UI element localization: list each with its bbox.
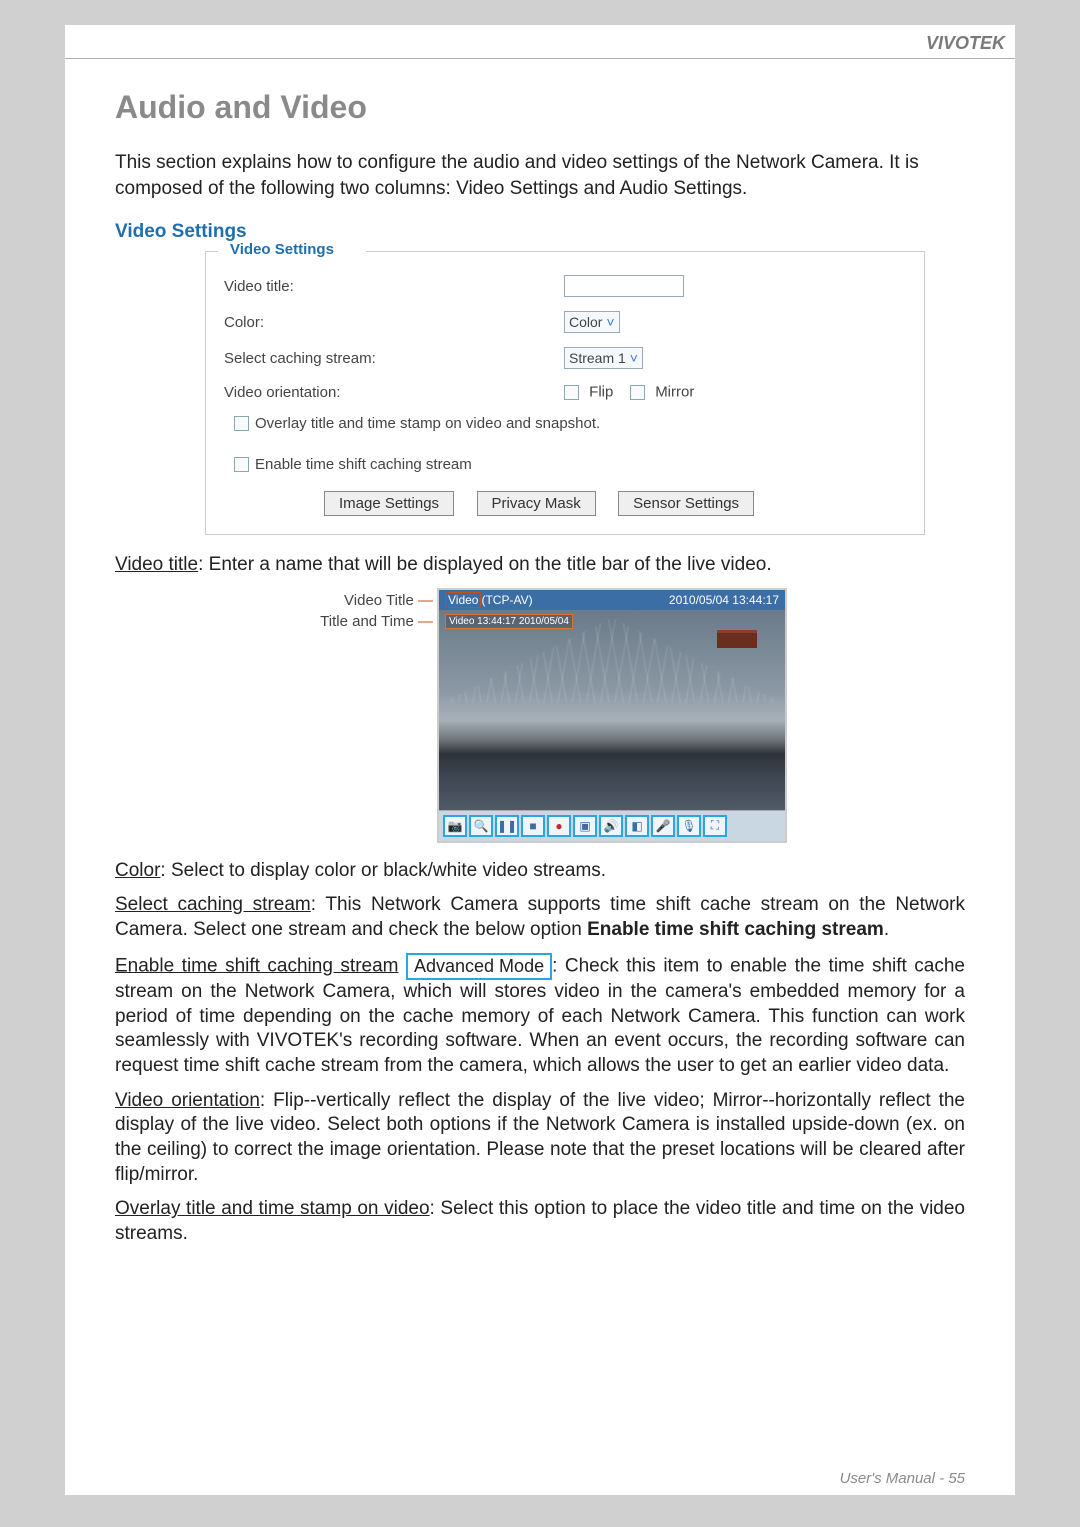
camera-icon[interactable]: 📷 xyxy=(443,815,467,837)
video-title-input[interactable] xyxy=(564,275,684,297)
orientation-label: Video orientation: xyxy=(224,384,564,401)
p-video-title-term: Video title xyxy=(115,554,198,575)
zoom-icon[interactable]: 🔍 xyxy=(469,815,493,837)
overlay-timestamp: Video 13:44:17 2010/05/04 xyxy=(445,614,573,629)
mic-down-icon[interactable]: 🎤 xyxy=(651,815,675,837)
half-icon[interactable]: ◧ xyxy=(625,815,649,837)
video-frame: Video 13:44:17 2010/05/04 xyxy=(439,610,785,810)
record-icon[interactable]: ● xyxy=(547,815,571,837)
speaker-icon[interactable]: 🔊 xyxy=(599,815,623,837)
color-select-value: Color xyxy=(569,314,602,330)
brand-header: VIVOTEK xyxy=(65,25,1015,58)
titlebar-video-word: Video xyxy=(445,592,481,608)
pause-icon[interactable]: ❚❚ xyxy=(495,815,519,837)
chevron-down-icon: ˅ xyxy=(630,350,638,366)
mic-icon[interactable]: 🎙 xyxy=(677,815,701,837)
mirror-checkbox[interactable] xyxy=(630,385,645,400)
p-caching: Select caching stream: This Network Came… xyxy=(115,893,965,942)
color-select[interactable]: Color ˅ xyxy=(564,311,620,333)
fieldset-legend: Video Settings xyxy=(226,241,338,258)
sensor-settings-button[interactable]: Sensor Settings xyxy=(618,491,754,516)
timeshift-checkbox[interactable] xyxy=(234,457,249,472)
caching-stream-value: Stream 1 xyxy=(569,350,626,366)
snapshot-icon[interactable]: ▣ xyxy=(573,815,597,837)
annotation-video-title: Video Title xyxy=(344,592,414,609)
video-settings-subhead: Video Settings xyxy=(115,221,965,243)
p-color: Color: Select to display color or black/… xyxy=(115,859,965,884)
video-preview: Video(TCP-AV) 2010/05/04 13:44:17 Video … xyxy=(437,588,787,843)
annotation-title-time: Title and Time xyxy=(320,613,414,630)
p-video-title: Video title: Enter a name that will be d… xyxy=(115,553,965,578)
player-toolbar: 📷 🔍 ❚❚ ■ ● ▣ 🔊 ◧ 🎤 🎙 ⛶ xyxy=(439,810,785,841)
page-footer: User's Manual - 55 xyxy=(840,1470,965,1487)
flip-checkbox[interactable] xyxy=(564,385,579,400)
flip-label: Flip xyxy=(589,384,613,401)
video-settings-fieldset: Video Settings Video title: Color: Color… xyxy=(205,251,925,535)
timeshift-checkbox-label: Enable time shift caching stream xyxy=(255,456,472,473)
fullscreen-icon[interactable]: ⛶ xyxy=(703,815,727,837)
overlay-checkbox-label: Overlay title and time stamp on video an… xyxy=(255,415,600,432)
overlay-checkbox[interactable] xyxy=(234,416,249,431)
p-overlay: Overlay title and time stamp on video: S… xyxy=(115,1197,965,1246)
section-title: Audio and Video xyxy=(115,89,965,126)
privacy-mask-button[interactable]: Privacy Mask xyxy=(477,491,596,516)
chevron-down-icon: ˅ xyxy=(606,314,614,330)
color-label: Color: xyxy=(224,314,564,331)
titlebar-timestamp: 2010/05/04 13:44:17 xyxy=(669,593,779,607)
video-title-label: Video title: xyxy=(224,278,564,295)
p-orientation: Video orientation: Flip--vertically refl… xyxy=(115,1089,965,1188)
crane-illustration xyxy=(717,630,757,648)
intro-paragraph: This section explains how to configure t… xyxy=(115,150,965,201)
caching-stream-label: Select caching stream: xyxy=(224,350,564,367)
caching-stream-select[interactable]: Stream 1 ˅ xyxy=(564,347,643,369)
stop-icon[interactable]: ■ xyxy=(521,815,545,837)
p-timeshift: Enable time shift caching stream Advance… xyxy=(115,953,965,1079)
preview-titlebar: Video(TCP-AV) 2010/05/04 13:44:17 xyxy=(439,590,785,610)
titlebar-protocol: (TCP-AV) xyxy=(481,593,532,607)
mirror-label: Mirror xyxy=(655,384,694,401)
image-settings-button[interactable]: Image Settings xyxy=(324,491,454,516)
advanced-mode-badge: Advanced Mode xyxy=(406,953,552,980)
header-divider xyxy=(65,58,1015,59)
